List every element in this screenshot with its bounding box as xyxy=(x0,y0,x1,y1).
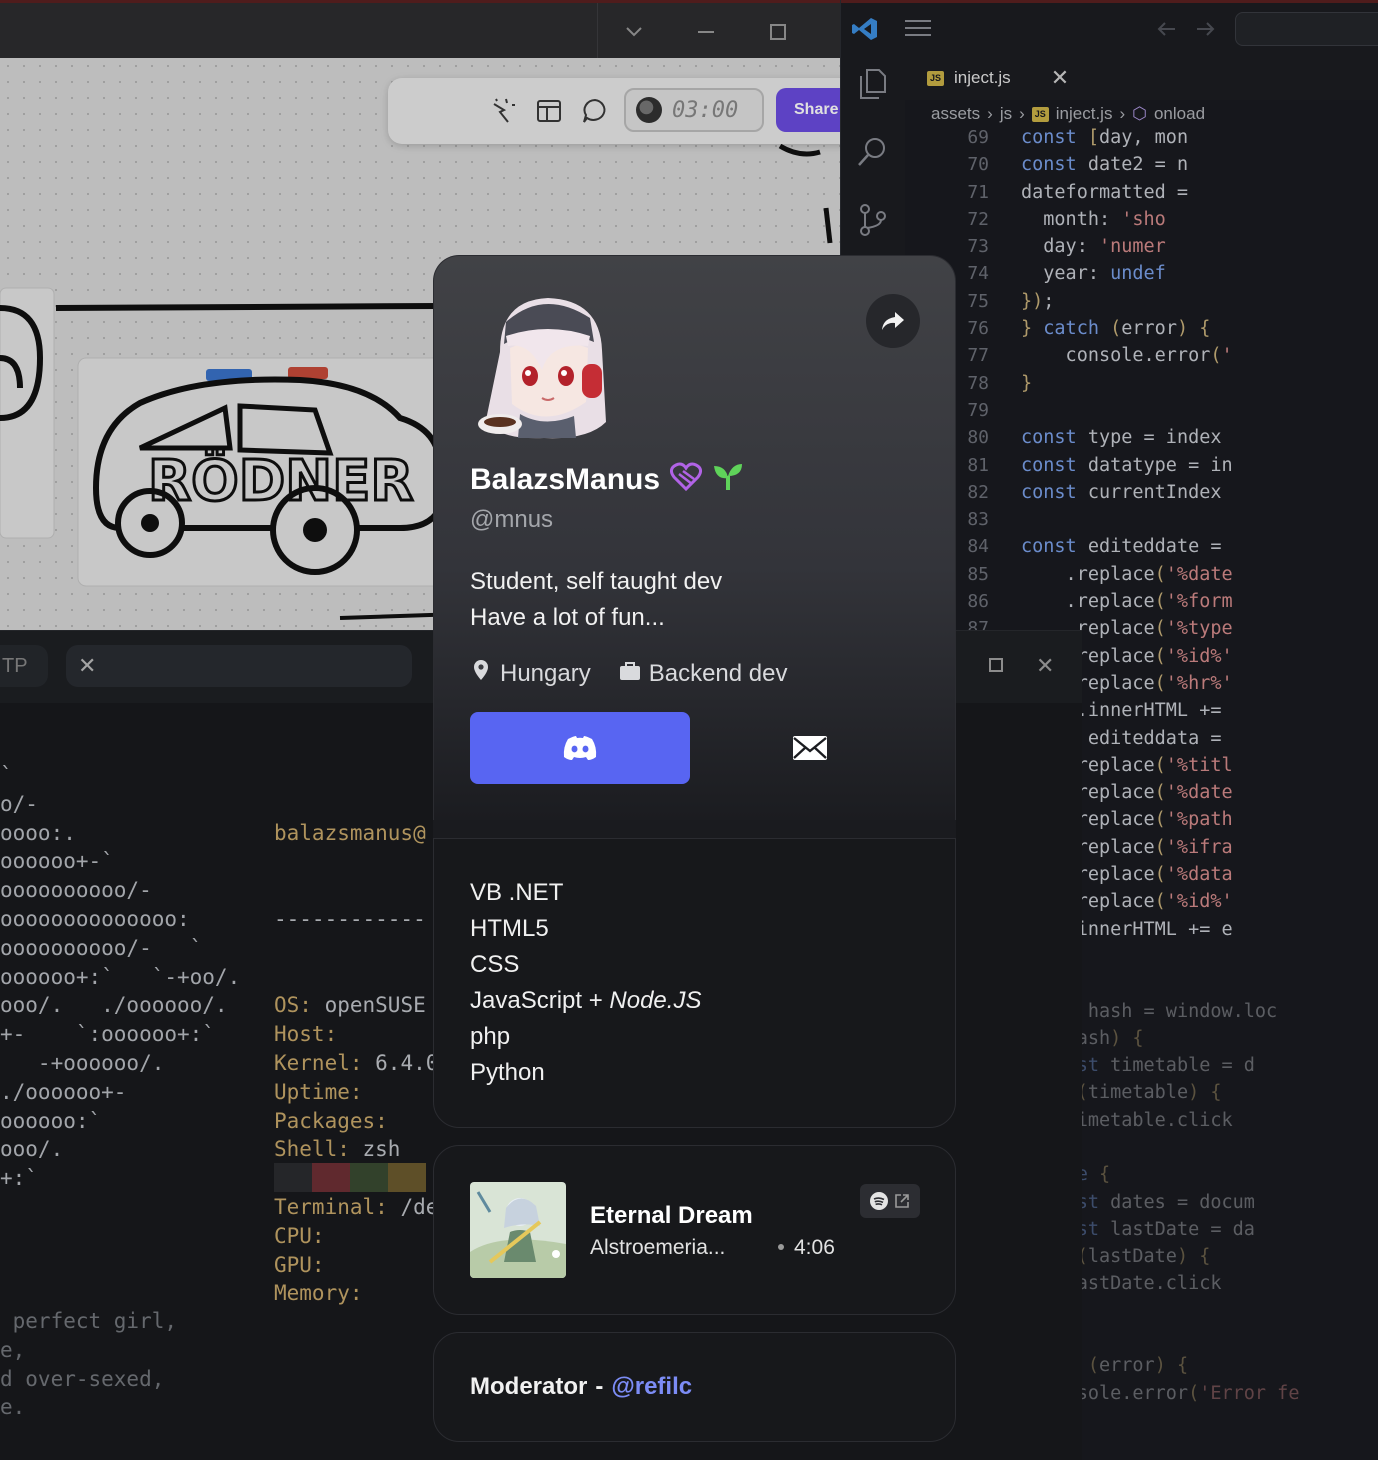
role-mention-link[interactable]: @refilc xyxy=(611,1373,692,1400)
location: Hungary xyxy=(500,659,591,687)
role-line: Moderator - @refilc xyxy=(470,1373,692,1401)
role-label: Moderator xyxy=(470,1373,588,1400)
share-profile-button[interactable] xyxy=(866,294,920,348)
separator-dot xyxy=(778,1244,784,1250)
music-card: Eternal Dream Alstroemeria... 4:06 xyxy=(433,1145,956,1315)
skill-item: CSS xyxy=(470,951,520,978)
skill-item-emphasis: Node.JS xyxy=(609,987,702,1014)
display-name: BalazsManus xyxy=(470,462,661,496)
discord-icon xyxy=(563,736,597,760)
location-pin-icon xyxy=(470,658,492,689)
discord-button[interactable] xyxy=(470,712,690,784)
profile-card: BalazsManus @mnus Student, self taught d… xyxy=(433,255,956,820)
display-name-row: BalazsManus xyxy=(470,462,744,497)
sprout-badge-icon[interactable] xyxy=(712,462,744,497)
spotify-link[interactable] xyxy=(860,1184,920,1218)
track-duration: 4:06 xyxy=(794,1236,835,1259)
skill-item: JavaScript + xyxy=(470,987,610,1014)
external-link-icon xyxy=(895,1194,909,1208)
briefcase-icon xyxy=(619,660,641,688)
spotify-icon xyxy=(870,1192,888,1210)
envelope-icon xyxy=(793,736,827,760)
album-art[interactable] xyxy=(470,1182,566,1278)
skill-item: HTML5 xyxy=(470,915,549,942)
track-artist: Alstroemeria... xyxy=(590,1236,726,1259)
skills-list: VB .NET HTML5 CSS JavaScript + Node.JS p… xyxy=(470,875,701,1091)
skill-item: php xyxy=(470,1023,511,1050)
occupation: Backend dev xyxy=(648,659,788,687)
skill-item: Python xyxy=(470,1059,545,1086)
username: @mnus xyxy=(470,506,554,533)
email-button[interactable] xyxy=(770,726,850,770)
bio: Student, self taught dev Have a lot of f… xyxy=(470,564,722,636)
bio-line: Have a lot of fun... xyxy=(470,604,665,631)
bio-line: Student, self taught dev xyxy=(470,568,723,595)
role-card: Moderator - @refilc xyxy=(433,1332,956,1442)
profile-card-footer xyxy=(433,820,956,838)
share-arrow-icon xyxy=(882,312,904,330)
heart-badge-icon[interactable] xyxy=(670,462,703,497)
skills-card: VB .NET HTML5 CSS JavaScript + Node.JS p… xyxy=(433,838,956,1128)
skill-item-js: JavaScript + Node.JS xyxy=(470,983,701,1019)
track-title[interactable]: Eternal Dream xyxy=(590,1202,753,1230)
role-separator: - xyxy=(595,1373,604,1400)
avatar[interactable] xyxy=(470,292,618,440)
profile-meta-row: Hungary Backend dev xyxy=(470,658,787,689)
skill-item: VB .NET xyxy=(470,879,564,906)
